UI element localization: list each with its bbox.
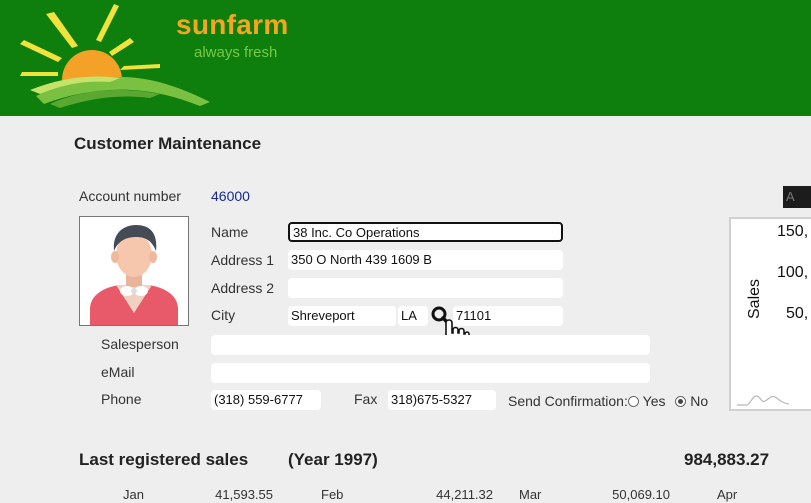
state-field[interactable] (398, 306, 428, 326)
salesperson-field[interactable] (211, 335, 650, 355)
city-field[interactable] (288, 306, 396, 326)
account-number-value: 46000 (211, 188, 250, 204)
send-confirmation-label: Send Confirmation: (508, 393, 628, 409)
send-confirmation-radio-group: Yes No (628, 393, 714, 409)
address2-label: Address 2 (211, 280, 275, 296)
sales-total: 984,883.27 (684, 450, 770, 469)
sales-section-title: Last registered sales (79, 450, 249, 469)
customer-photo[interactable] (79, 216, 189, 326)
chart-tick-label: 50, (786, 305, 809, 322)
phone-label: Phone (101, 391, 142, 407)
month-amount: 44,211.32 (436, 487, 493, 502)
salesperson-label: Salesperson (101, 336, 179, 352)
fax-field[interactable] (388, 390, 496, 410)
brand-tagline: always fresh (194, 44, 278, 61)
radio-no-label: No (690, 393, 709, 409)
month-label: Jan (123, 487, 144, 502)
email-field[interactable] (211, 363, 650, 383)
city-label: City (211, 307, 236, 323)
sparkline-icon (737, 395, 790, 406)
month-amount: 41,593.55 (215, 487, 273, 502)
corner-tag: A (783, 186, 811, 208)
radio-yes[interactable] (628, 396, 639, 407)
account-number-label: Account number (79, 188, 181, 204)
month-label: Feb (321, 487, 344, 502)
address1-label: Address 1 (211, 252, 275, 268)
page-title: Customer Maintenance (74, 134, 262, 153)
chart-tick-label: 150, (777, 223, 809, 240)
customer-avatar-icon (90, 225, 178, 325)
address2-field[interactable] (288, 278, 563, 298)
address1-field[interactable] (288, 250, 563, 270)
radio-yes-label: Yes (642, 393, 666, 409)
radio-no[interactable] (675, 396, 687, 407)
month-amount: 50,069.10 (612, 487, 670, 502)
month-label: Apr (717, 487, 738, 502)
chart-y-axis-label: Sales (746, 278, 763, 319)
name-field[interactable] (288, 222, 563, 242)
phone-field[interactable] (211, 390, 321, 410)
app-header: sunfarm always fresh (0, 0, 811, 116)
chart-tick-label: 100, (777, 264, 809, 281)
brand-name: sunfarm (176, 9, 289, 40)
fax-label: Fax (354, 391, 378, 407)
name-label: Name (211, 224, 249, 240)
sales-year: (Year 1997) (288, 450, 378, 469)
month-label: Mar (519, 487, 542, 502)
email-label: eMail (101, 364, 135, 380)
